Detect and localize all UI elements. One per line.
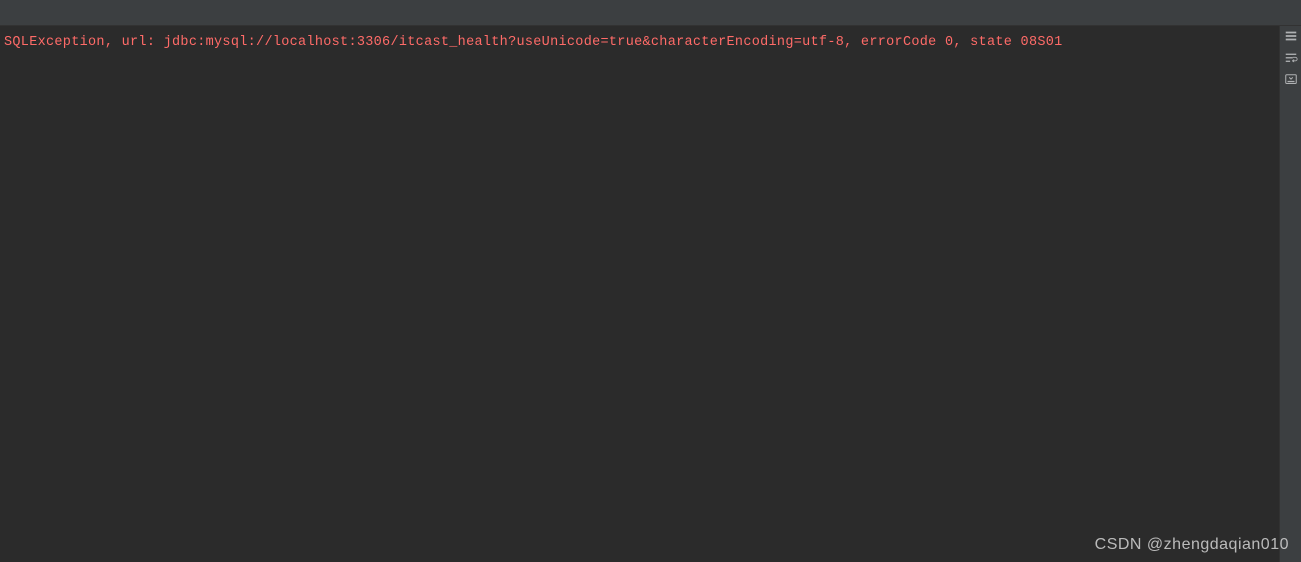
console-output[interactable]: SQLException, url: jdbc:mysql://localhos… (0, 26, 1279, 562)
console-header-bar (0, 0, 1301, 26)
wrap-text-icon[interactable] (1283, 50, 1299, 66)
content-area: SQLException, url: jdbc:mysql://localhos… (0, 26, 1301, 562)
watermark-text: CSDN @zhengdaqian010 (1095, 536, 1289, 554)
settings-icon[interactable] (1283, 28, 1299, 44)
right-tool-sidebar (1279, 26, 1301, 562)
error-message: SQLException, url: jdbc:mysql://localhos… (4, 34, 1275, 53)
scroll-to-end-icon[interactable] (1283, 72, 1299, 88)
